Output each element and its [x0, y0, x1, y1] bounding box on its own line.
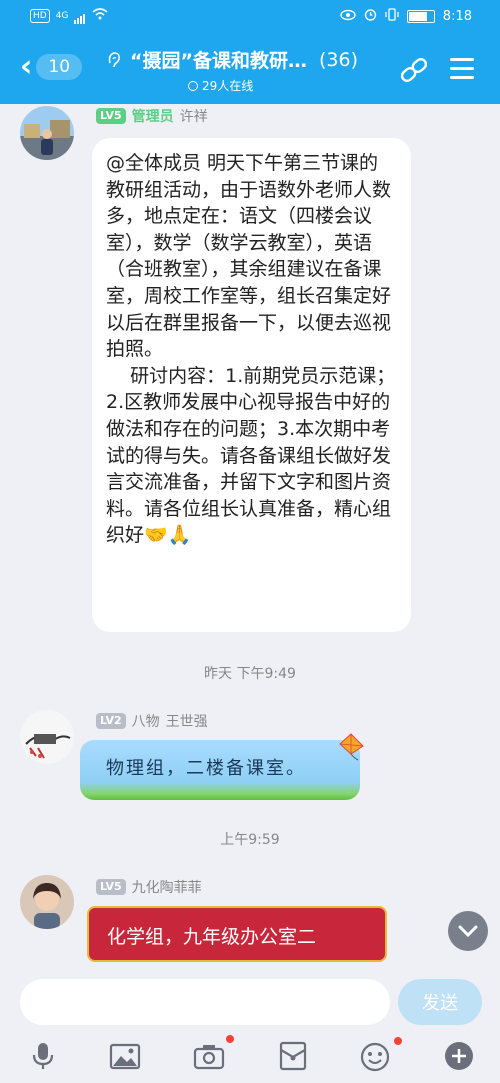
battery-icon — [406, 10, 435, 23]
sender-info-2: LV2 八物 王世强 — [96, 711, 208, 731]
camera-notification-dot — [226, 1035, 234, 1043]
message-paragraph: @全体成员 明天下午第三节课的教研组活动，由于语数外老师人数多，地点定在：语文（… — [106, 152, 392, 361]
send-button[interactable]: 发送 — [398, 979, 482, 1025]
plus-icon[interactable] — [442, 1040, 476, 1072]
level-badge: LV2 — [96, 713, 126, 729]
input-bar: 发送 — [0, 968, 500, 1083]
emoji-icon[interactable] — [358, 1040, 392, 1072]
avatar-taofeifei[interactable] — [20, 875, 74, 929]
chevron-left-icon: ‹ — [20, 49, 33, 84]
hd-indicator: HD — [30, 9, 50, 23]
admin-tag: 管理员 — [131, 109, 174, 125]
sender-name: 王世强 — [165, 714, 208, 730]
alarm-icon — [364, 8, 377, 25]
timestamp: 上午9:59 — [220, 832, 280, 848]
eye-icon — [340, 9, 356, 25]
online-status: 29人在线 — [188, 77, 386, 94]
image-icon[interactable] — [108, 1040, 142, 1072]
message-bubble-announcement[interactable]: @全体成员 明天下午第三节课的教研组活动，由于语数外老师人数多，地点定在：语文（… — [92, 138, 411, 632]
emoji-notification-dot — [394, 1037, 402, 1045]
avatar-xuxiang[interactable] — [20, 106, 74, 160]
scroll-to-bottom-button[interactable] — [448, 911, 488, 951]
online-count: 29人在线 — [202, 79, 254, 93]
avatar-wangshiqiang[interactable] — [20, 710, 74, 764]
unread-count-badge: 10 — [36, 54, 83, 80]
wifi-icon — [92, 8, 108, 24]
sender-name: 九化陶菲菲 — [131, 880, 202, 896]
camera-icon[interactable] — [192, 1040, 226, 1072]
clock-time: 8:18 — [442, 9, 472, 24]
kite-icon — [339, 733, 364, 761]
chat-header: ‹ 10 “摄园”备课和教研… (36) 29人在线 — [0, 32, 500, 104]
signal-icon — [74, 9, 86, 24]
back-button[interactable]: ‹ 10 — [20, 49, 83, 84]
status-bar: HD 4G 8:18 — [0, 0, 500, 32]
menu-button[interactable] — [450, 58, 474, 80]
message-bubble-physics[interactable]: 物理组，二楼备课室。 — [80, 740, 360, 800]
message-bubble-chemistry[interactable]: 化学组，九年级办公室二 — [87, 906, 387, 962]
share-link-icon[interactable] — [398, 54, 430, 86]
group-title: “摄园”备课和教研… — [130, 50, 307, 72]
group-tag: 八物 — [131, 714, 160, 730]
sender-info-3: LV5 九化陶菲菲 — [96, 877, 202, 897]
level-badge: LV5 — [96, 879, 126, 895]
chevron-down-icon — [458, 925, 478, 938]
online-icon — [188, 80, 198, 91]
message-text: 化学组，九年级办公室二 — [107, 926, 317, 948]
message-text: 物理组，二楼备课室。 — [106, 758, 306, 779]
vibrate-icon — [385, 8, 399, 25]
microphone-icon[interactable] — [26, 1040, 60, 1072]
sender-info-1: LV5 管理员 许祥 — [96, 106, 208, 126]
message-paragraph: 研讨内容：1.前期党员示范课；2.区教师发展中心视导报告中好的做法和存在的问题；… — [106, 364, 396, 547]
message-input[interactable] — [20, 979, 390, 1025]
network-type: 4G — [55, 11, 69, 21]
level-badge: LV5 — [96, 108, 126, 124]
member-count: (36) — [318, 48, 358, 71]
red-packet-icon[interactable] — [276, 1040, 310, 1072]
ear-icon — [108, 51, 120, 67]
timestamp: 昨天 下午9:49 — [204, 666, 296, 682]
sender-name: 许祥 — [179, 109, 208, 125]
